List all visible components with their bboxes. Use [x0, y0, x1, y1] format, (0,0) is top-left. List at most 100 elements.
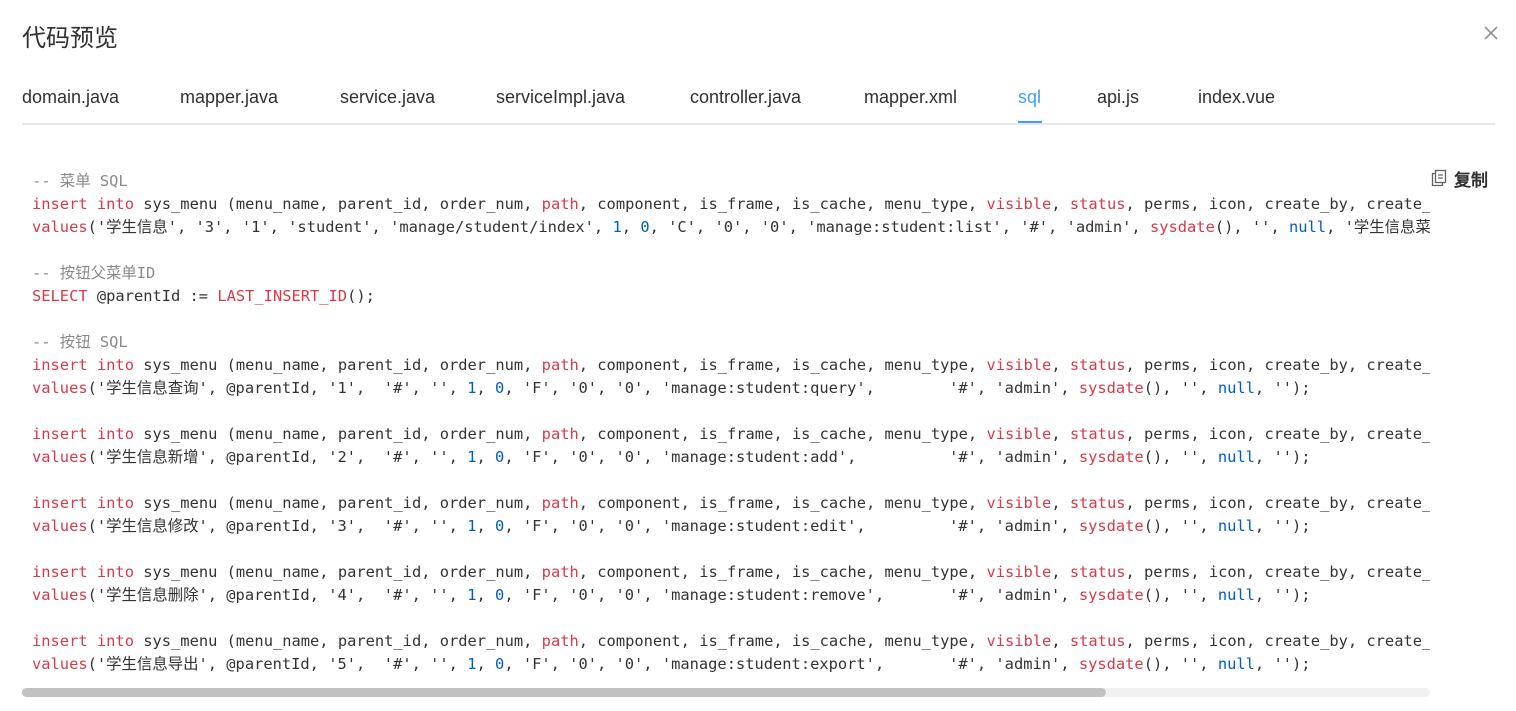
- code-token: , '');: [1254, 379, 1311, 397]
- code-token: , perms, icon, create_by, create_time, u…: [1125, 563, 1430, 581]
- code-token: insert: [32, 494, 88, 512]
- code-token: ,: [1051, 563, 1070, 581]
- tab-mapper-java[interactable]: mapper.java: [180, 76, 278, 121]
- code-token: 0: [495, 655, 505, 673]
- code-line: values('学生信息删除', @parentId, '4', '#', ''…: [32, 584, 1430, 607]
- code-token: ,: [1051, 632, 1070, 650]
- tab-index-vue[interactable]: index.vue: [1198, 76, 1275, 121]
- tab-api-js[interactable]: api.js: [1097, 76, 1139, 121]
- code-token: sysdate: [1078, 448, 1144, 466]
- code-token: , 'F', '0', '0', 'manage:student:edit', …: [504, 517, 1079, 535]
- code-token: sysdate: [1078, 517, 1144, 535]
- code-token: , perms, icon, create_by, create_time, u…: [1125, 494, 1430, 512]
- code-token: @parentId :=: [87, 287, 218, 305]
- code-token: into: [96, 356, 134, 374]
- code-token: ,: [1051, 494, 1070, 512]
- tab-sql[interactable]: sql: [1018, 76, 1041, 121]
- code-token: , perms, icon, create_by, create_time, u…: [1125, 356, 1430, 374]
- code-token: into: [96, 494, 134, 512]
- copy-icon: [1431, 169, 1447, 187]
- code-token: , perms, icon, create_by, create_time, u…: [1125, 195, 1430, 213]
- code-token: sysdate: [1078, 586, 1144, 604]
- code-token: , '');: [1254, 517, 1311, 535]
- tab-controller-java[interactable]: controller.java: [690, 76, 801, 121]
- code-token: into: [96, 195, 134, 213]
- copy-button-label: 复制: [1454, 170, 1488, 191]
- code-token: into: [96, 425, 134, 443]
- code-line: insert into sys_menu (menu_name, parent_…: [32, 630, 1430, 653]
- code-line: insert into sys_menu (menu_name, parent_…: [32, 561, 1430, 584]
- code-token: ,: [476, 655, 496, 673]
- code-token: values: [32, 517, 88, 535]
- code-token: 1: [612, 218, 622, 236]
- code-token: sys_menu (menu_name, parent_id, order_nu…: [133, 563, 542, 581]
- code-line: insert into sys_menu (menu_name, parent_…: [32, 354, 1430, 377]
- code-token: visible: [986, 632, 1052, 650]
- code-line: -- 按钮 SQL: [32, 331, 1430, 354]
- code-token: , component, is_frame, is_cache, menu_ty…: [578, 563, 987, 581]
- code-token: , 'F', '0', '0', 'manage:student:remove'…: [504, 586, 1079, 604]
- code-viewport[interactable]: -- 菜单 SQL insert into sys_menu (menu_name…: [22, 170, 1430, 682]
- code-token: 0: [495, 448, 505, 466]
- code-token: null: [1217, 655, 1255, 673]
- code-line: values('学生信息', '3', '1', 'student', 'man…: [32, 216, 1430, 239]
- code-token: (), '',: [1143, 655, 1218, 673]
- code-token: insert: [32, 632, 88, 650]
- copy-button[interactable]: 复制: [1430, 166, 1488, 191]
- code-token: ,: [476, 379, 496, 397]
- code-token: path: [541, 563, 579, 581]
- code-line: values('学生信息修改', @parentId, '3', '#', ''…: [32, 515, 1430, 538]
- file-tabs: domain.java mapper.java service.java ser…: [22, 76, 1495, 125]
- code-token: (), '',: [1143, 379, 1218, 397]
- code-line: -- 按钮父菜单ID: [32, 262, 1430, 285]
- code-line: -- 菜单 SQL: [32, 170, 1430, 193]
- code-token: sysdate: [1078, 655, 1144, 673]
- horizontal-scrollbar-thumb[interactable]: [22, 688, 1106, 697]
- code-token: , 'F', '0', '0', 'manage:student:export'…: [504, 655, 1079, 673]
- code-token: status: [1069, 425, 1126, 443]
- code-token: null: [1217, 517, 1255, 535]
- code-token: ('学生信息新增', @parentId, '2', '#', '',: [87, 448, 468, 466]
- tab-serviceimpl-java[interactable]: serviceImpl.java: [496, 76, 625, 121]
- tab-domain-java[interactable]: domain.java: [22, 76, 119, 121]
- code-token: , 'C', '0', '0', 'manage:student:list', …: [649, 218, 1150, 236]
- code-token: visible: [986, 195, 1052, 213]
- code-token: sys_menu (menu_name, parent_id, order_nu…: [133, 632, 542, 650]
- code-line: insert into sys_menu (menu_name, parent_…: [32, 423, 1430, 446]
- code-token: -- 按钮父菜单ID: [32, 264, 156, 282]
- code-token: status: [1069, 563, 1126, 581]
- code-token: LAST_INSERT_ID: [217, 287, 348, 305]
- code-token: path: [541, 195, 579, 213]
- code-token: path: [541, 425, 579, 443]
- code-token: into: [96, 563, 134, 581]
- code-token: status: [1069, 632, 1126, 650]
- code-token: status: [1069, 494, 1126, 512]
- active-tab-indicator: [1018, 121, 1042, 123]
- code-token: (), '',: [1214, 218, 1289, 236]
- code-token: insert: [32, 195, 88, 213]
- code-token: , '');: [1254, 655, 1311, 673]
- tab-mapper-xml[interactable]: mapper.xml: [864, 76, 957, 121]
- code-line: SELECT @parentId := LAST_INSERT_ID();: [32, 285, 1430, 308]
- code-token: null: [1217, 586, 1255, 604]
- code-token: ,: [476, 448, 496, 466]
- code-line: values('学生信息查询', @parentId, '1', '#', ''…: [32, 377, 1430, 400]
- code-token: sys_menu (menu_name, parent_id, order_nu…: [133, 494, 542, 512]
- code-token: ,: [476, 517, 496, 535]
- tab-service-java[interactable]: service.java: [340, 76, 435, 121]
- code-token: (), '',: [1143, 517, 1218, 535]
- code-token: ,: [1051, 356, 1070, 374]
- code-token: null: [1217, 379, 1255, 397]
- code-token: ,: [621, 218, 641, 236]
- code-token: (), '',: [1143, 448, 1218, 466]
- code-token: insert: [32, 425, 88, 443]
- close-icon[interactable]: [1480, 22, 1502, 44]
- code-token: , 'F', '0', '0', 'manage:student:query',…: [504, 379, 1079, 397]
- horizontal-scrollbar[interactable]: [22, 688, 1430, 697]
